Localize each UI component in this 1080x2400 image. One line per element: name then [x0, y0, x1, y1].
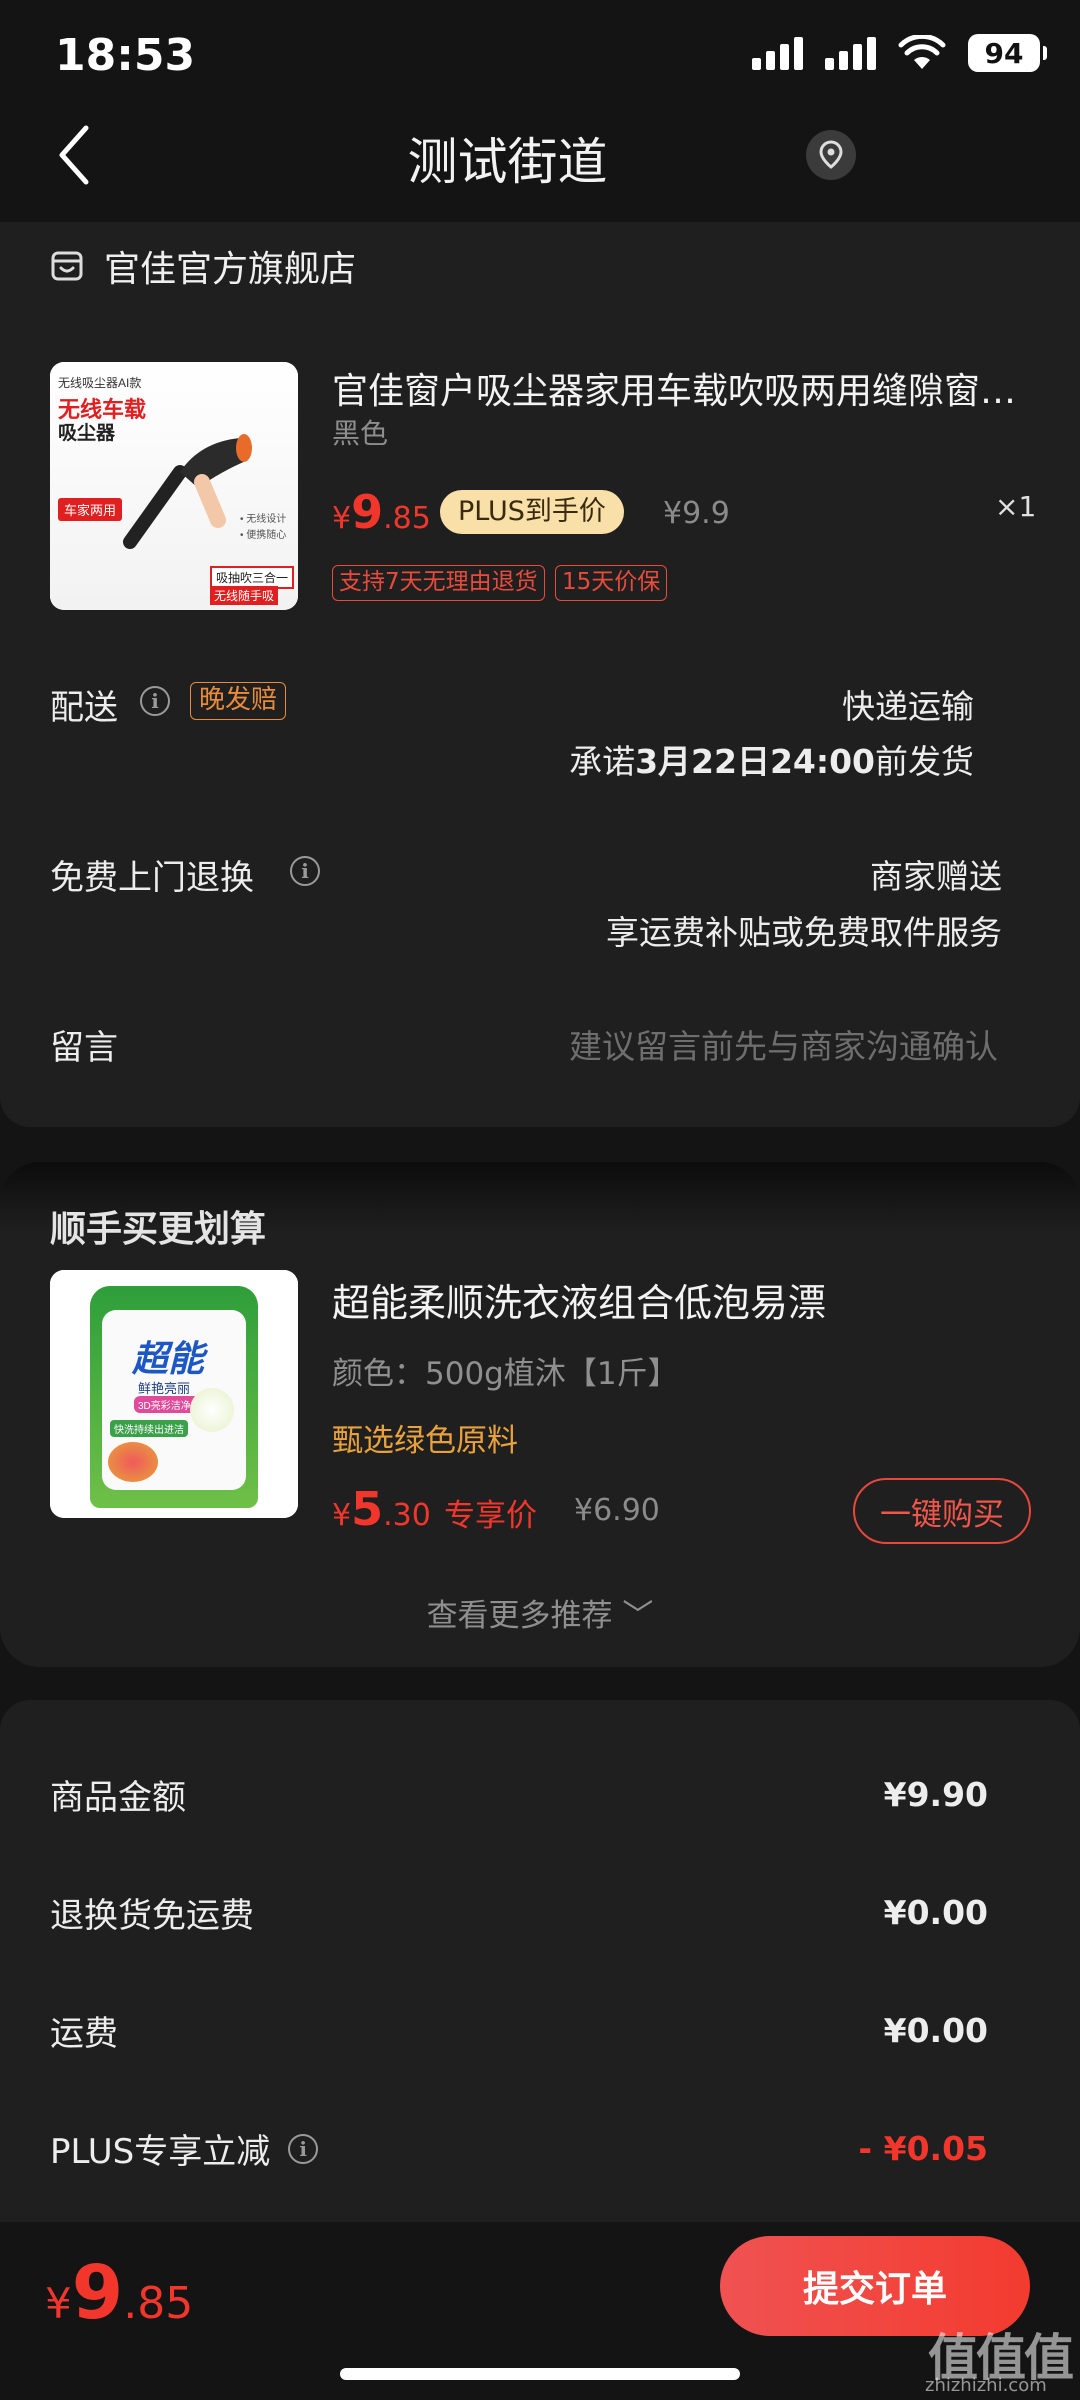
message-input[interactable]: 建议留言前先与商家沟通确认: [569, 1020, 998, 1068]
late-compensation-tag: 晚发赔: [190, 682, 287, 720]
product-variant: 黑色: [332, 417, 389, 450]
status-icons: 94: [752, 34, 1047, 72]
recommend-product-variant: 颜色：500g植沐【1斤】: [332, 1356, 679, 1392]
recommend-product-title[interactable]: 超能柔顺洗衣液组合低泡易漂: [332, 1272, 826, 1327]
one-click-buy-button[interactable]: 一键购买: [853, 1478, 1031, 1544]
price-protect-tag: 15天价保: [555, 565, 668, 601]
delivery-label: 配送: [50, 688, 118, 728]
return-service-value: 商家赠送: [870, 857, 1002, 896]
recommend-product-price: ¥5.30: [332, 1482, 431, 1536]
total-price: ¥9.85: [45, 2250, 194, 2336]
recommend-section-title: 顺手买更划算: [50, 1209, 267, 1250]
wifi-icon: [898, 35, 946, 69]
summary-row-plus-discount: PLUS专享立减 i - ¥0.05: [50, 2129, 988, 2172]
location-icon[interactable]: [806, 130, 856, 180]
delivery-method[interactable]: 快递运输: [842, 680, 974, 728]
order-card: [0, 222, 1080, 1127]
recommend-original-price: ¥6.90: [574, 1493, 660, 1528]
signal-icon: [752, 36, 803, 70]
store-name: 官佳官方旗舰店: [104, 249, 357, 290]
plus-price-badge: PLUS到手价: [440, 490, 624, 534]
return-service-desc: 享运费补贴或免费取件服务: [606, 913, 1002, 952]
return-policy-tag: 支持7天无理由退货: [332, 565, 545, 601]
home-indicator[interactable]: [340, 2368, 740, 2380]
recommend-product-feature: 甄选绿色原料: [332, 1423, 518, 1459]
page-title: 测试街道: [407, 133, 608, 191]
battery-icon: 94: [968, 34, 1047, 72]
recommend-product-image[interactable]: 超能 鲜艳亮丽 3D亮彩洁净技术 快洗持续出进洁: [50, 1270, 298, 1518]
summary-row-return-shipping: 退换货免运费 ¥0.00: [50, 1893, 988, 1936]
exclusive-price-label: 专享价: [444, 1498, 537, 1534]
store-header[interactable]: 官佳官方旗舰店: [50, 240, 356, 292]
delivery-promise: 承诺3月22日24:00前发货: [569, 742, 974, 781]
return-service-label: 免费上门退换: [50, 858, 254, 898]
quantity[interactable]: ×1: [995, 490, 1036, 523]
signal-icon-2: [825, 36, 876, 70]
info-icon[interactable]: i: [290, 856, 320, 886]
product-image[interactable]: 无线吸尘器AI款 无线车载 吸尘器 车家两用 • 无线设计 • 便携随心 吸抽吹…: [50, 362, 298, 610]
product-title[interactable]: 官佳窗户吸尘器家用车载吹吸两用缝隙窗…: [332, 362, 1032, 414]
message-label: 留言: [50, 1028, 118, 1068]
info-icon[interactable]: i: [288, 2133, 319, 2164]
see-more-recommendations[interactable]: 查看更多推荐 ﹀: [0, 1590, 1080, 1635]
product-price: ¥9.85: [332, 485, 431, 539]
store-icon: [51, 251, 83, 281]
info-icon[interactable]: i: [140, 686, 170, 716]
watermark-url: zhizhizhi.com: [925, 2375, 1047, 2396]
original-price: ¥9.9: [663, 496, 730, 531]
summary-row-goods: 商品金额 ¥9.90: [50, 1775, 988, 1818]
summary-row-shipping: 运费 ¥0.00: [50, 2011, 988, 2054]
status-time: 18:53: [55, 30, 196, 81]
